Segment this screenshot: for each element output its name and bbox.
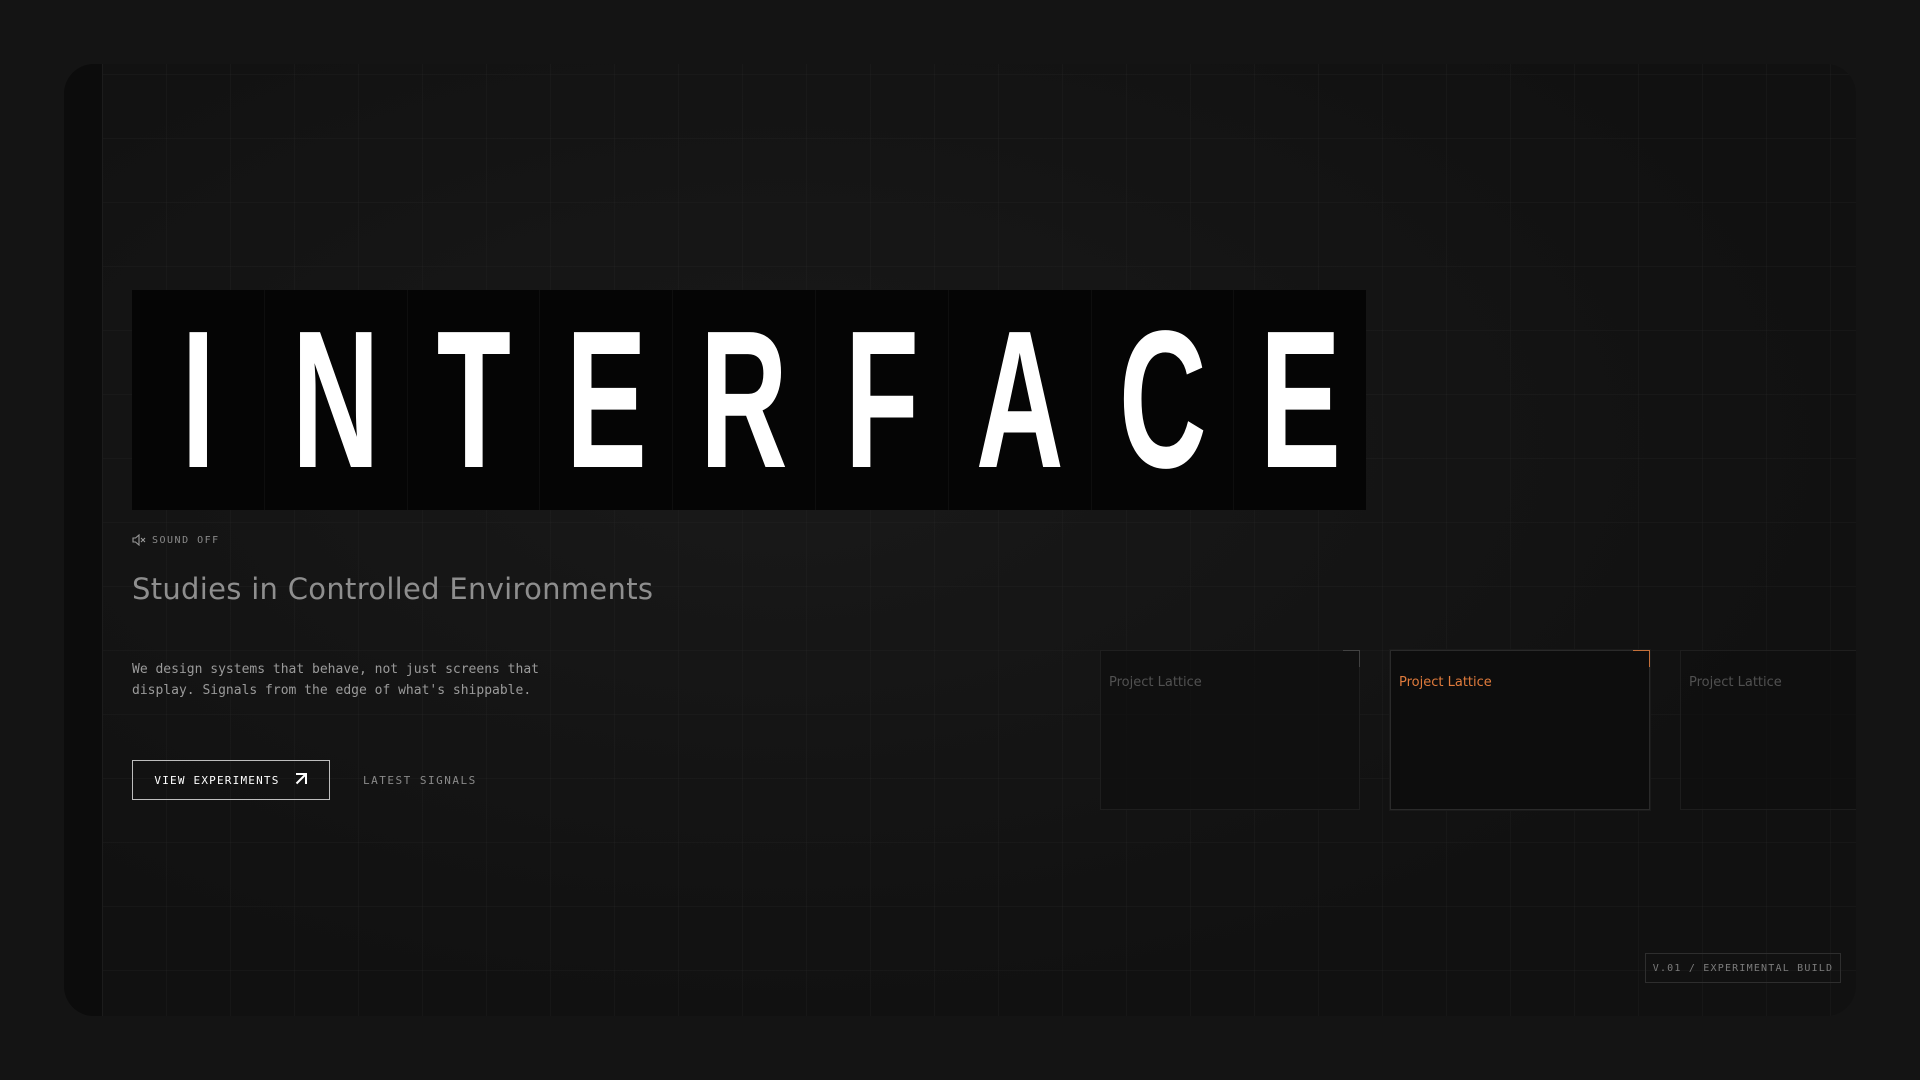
hero-letter: F	[844, 290, 920, 509]
hero-letter: E	[565, 290, 647, 509]
arrow-up-right-icon	[294, 772, 308, 789]
project-card[interactable]: Project Lattice	[1100, 650, 1360, 810]
card-kicker	[1109, 661, 1351, 667]
view-experiments-button[interactable]: VIEW EXPERIMENTS	[132, 760, 330, 800]
project-card[interactable]: Project Lattice	[1680, 650, 1856, 810]
description-line: We design systems that behave, not just …	[132, 662, 539, 677]
view-experiments-label: VIEW EXPERIMENTS	[154, 773, 280, 787]
version-badge: V.01 / EXPERIMENTAL BUILD	[1645, 953, 1841, 983]
card-title: Project Lattice	[1689, 675, 1782, 690]
card-corner-accent	[1633, 650, 1650, 667]
description-line: display. Signals from the edge of what's…	[132, 683, 532, 698]
hero-letter: I	[181, 290, 215, 509]
hero-letter: E	[1259, 290, 1341, 509]
hero-letter: T	[436, 290, 511, 509]
sound-label: SOUND OFF	[152, 534, 220, 546]
page-subtitle: Studies in Controlled Environments	[132, 572, 654, 606]
latest-signals-link[interactable]: LATEST SIGNALS	[363, 774, 477, 787]
hero-letter-cell: R	[673, 290, 816, 510]
card-corner-accent	[1343, 650, 1360, 667]
hero-wordmark: I N T E R F A C E	[132, 290, 1366, 510]
hero-letter-cell: E	[1234, 290, 1366, 510]
hero-letter-cell: N	[265, 290, 408, 510]
hero-letter-cell: A	[949, 290, 1092, 510]
card-title: Project Lattice	[1109, 675, 1202, 690]
project-card-active[interactable]: Project Lattice	[1390, 650, 1650, 810]
left-edge-strip	[64, 64, 103, 1016]
hero-letter: A	[975, 290, 1064, 509]
card-kicker	[1689, 661, 1856, 667]
hero-letter-cell: T	[408, 290, 541, 510]
speaker-muted-icon	[132, 534, 146, 546]
hero-letter: C	[1118, 290, 1207, 509]
card-kicker	[1399, 661, 1641, 667]
app-frame: I N T E R F A C E SOUND OFF Studies in C…	[64, 64, 1856, 1016]
hero-letter: N	[291, 290, 380, 509]
hero-letter-cell: I	[132, 290, 265, 510]
intro-description: We design systems that behave, not just …	[132, 659, 572, 701]
sound-toggle[interactable]: SOUND OFF	[132, 534, 220, 546]
hero-letter: R	[700, 290, 789, 509]
hero-letter-cell: F	[816, 290, 949, 510]
card-title: Project Lattice	[1399, 675, 1492, 690]
hero-letter-cell: E	[540, 290, 674, 510]
hero-letter-cell: C	[1092, 290, 1235, 510]
